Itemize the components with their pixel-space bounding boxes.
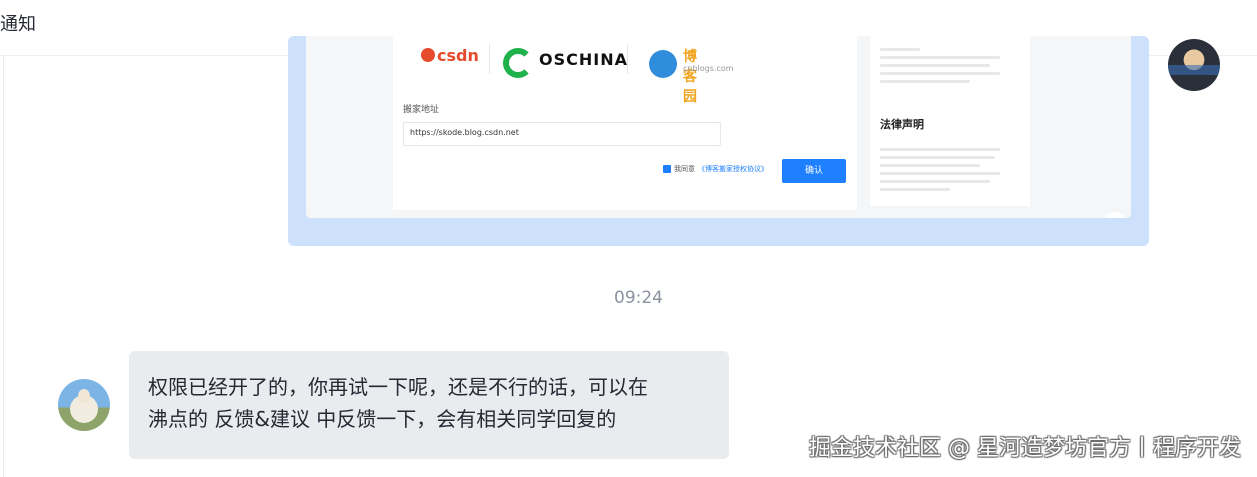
message-text-line: 权限已经开了的，你再试一下呢，还是不行的话，可以在: [148, 375, 648, 399]
csdn-icon: [421, 48, 435, 62]
message-text-line: 沸点的 反馈&建议 中反馈一下，会有相关同学回复的: [148, 407, 617, 431]
agreement-checkbox: 我同意 《博客搬家授权协议》: [663, 164, 768, 174]
page-title: 通知: [0, 14, 36, 35]
image-message[interactable]: csdn OSCHINA 博客园 cnblogs.com 搬家地址 https:…: [288, 36, 1149, 246]
csdn-logo: csdn: [421, 46, 479, 86]
divider: [489, 44, 490, 74]
time-separator: 09:24: [614, 288, 663, 308]
confirm-button: 确认: [782, 159, 846, 183]
oschina-icon: [503, 48, 533, 78]
divider: [3, 56, 4, 477]
checkbox-icon: [663, 165, 671, 173]
cnblogs-icon: [649, 50, 677, 78]
overlay-circle: [1103, 212, 1127, 218]
address-field: https://skode.blog.csdn.net: [403, 122, 721, 146]
field-label: 搬家地址: [403, 105, 440, 115]
text-message[interactable]: 权限已经开了的，你再试一下呢，还是不行的话，可以在 沸点的 反馈&建议 中反馈一…: [129, 351, 729, 459]
avatar[interactable]: [58, 379, 110, 431]
chat-page: 通知 csdn OSCHINA 博客园 cnblogs.com 搬家地址 htt…: [0, 0, 1257, 477]
side-title: 法律声明: [880, 118, 924, 131]
side-text: [880, 48, 1010, 88]
side-text: [880, 148, 1010, 196]
screenshot-side-panel: 法律声明: [870, 36, 1030, 206]
divider: [627, 44, 628, 74]
screenshot-image[interactable]: csdn OSCHINA 博客园 cnblogs.com 搬家地址 https:…: [306, 36, 1131, 218]
platform-logos: csdn OSCHINA 博客园 cnblogs.com: [417, 44, 837, 105]
watermark: 掘金技术社区 @ 星河造梦坊官方丨程序开发: [809, 436, 1241, 461]
screenshot-migration-card: csdn OSCHINA 博客园 cnblogs.com 搬家地址 https:…: [393, 36, 857, 210]
avatar[interactable]: [1168, 39, 1220, 91]
